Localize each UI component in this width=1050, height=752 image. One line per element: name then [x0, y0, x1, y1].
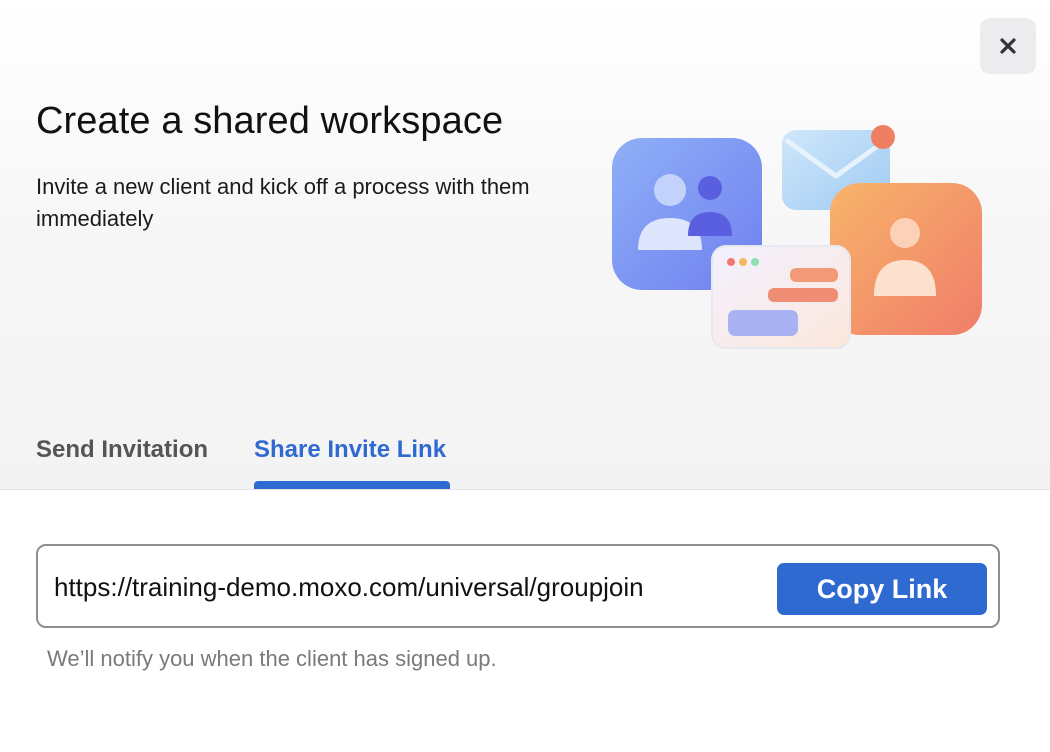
- active-tab-indicator: [254, 481, 450, 489]
- tab-share-invite-link[interactable]: Share Invite Link: [254, 436, 446, 464]
- tab-send-invitation[interactable]: Send Invitation: [36, 436, 208, 464]
- person-tile-icon: [830, 183, 982, 335]
- dialog-subtitle: Invite a new client and kick off a proce…: [36, 174, 530, 231]
- chat-window-icon: [711, 245, 851, 349]
- dialog-title: Create a shared workspace: [36, 100, 504, 142]
- invite-link-field: Copy Link: [36, 544, 1000, 628]
- create-workspace-dialog: Create a shared workspace Invite a new c…: [0, 0, 1050, 752]
- invite-tabs: Send Invitation Share Invite Link: [0, 420, 700, 489]
- close-icon: [1000, 38, 1016, 54]
- close-button[interactable]: [980, 18, 1036, 74]
- workspace-illustration: [612, 125, 982, 349]
- copy-link-button[interactable]: Copy Link: [777, 563, 987, 615]
- dialog-header: Create a shared workspace Invite a new c…: [0, 0, 1050, 490]
- invite-link-input[interactable]: [54, 567, 734, 607]
- signup-notification-hint: We’ll notify you when the client has sig…: [47, 646, 497, 671]
